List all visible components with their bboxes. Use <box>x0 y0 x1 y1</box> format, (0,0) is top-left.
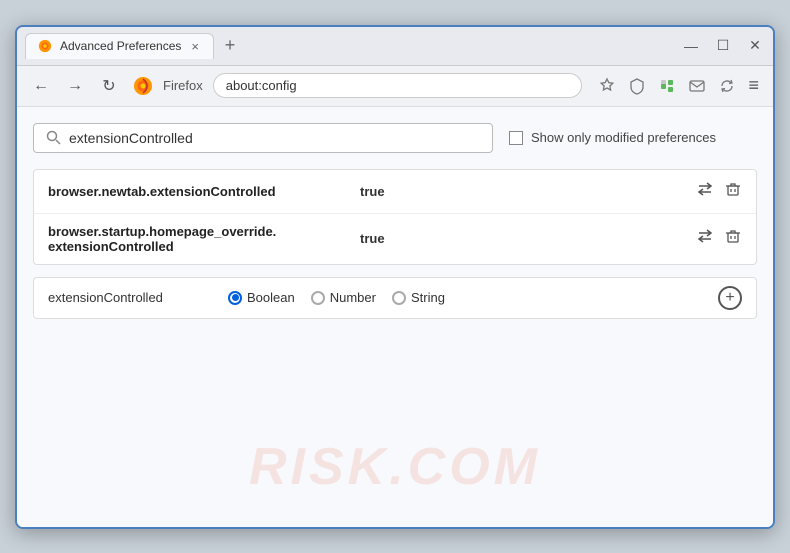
add-preference-row: extensionControlled Boolean Number Strin… <box>33 277 757 319</box>
shield-icon[interactable] <box>626 75 648 97</box>
address-bar[interactable]: about:config <box>213 73 583 98</box>
title-bar: Advanced Preferences × + — ☐ ✕ <box>17 27 773 66</box>
refresh-button[interactable]: ↻ <box>95 72 123 100</box>
sync-icon[interactable] <box>716 75 738 97</box>
show-modified-container[interactable]: Show only modified preferences <box>509 130 716 145</box>
navigation-bar: ← → ↻ Firefox about:config <box>17 66 773 107</box>
pref-name-2: browser.startup.homepage_override. exten… <box>48 224 348 254</box>
browser-name: Firefox <box>163 78 203 93</box>
new-pref-name: extensionControlled <box>48 290 208 305</box>
results-table: browser.newtab.extensionControlled true <box>33 169 757 265</box>
search-container: Show only modified preferences <box>33 123 757 153</box>
new-tab-button[interactable]: + <box>218 34 242 58</box>
pref-value-2: true <box>360 231 385 246</box>
radio-boolean-label: Boolean <box>247 290 295 305</box>
search-box[interactable] <box>33 123 493 153</box>
minimize-button[interactable]: — <box>681 36 701 56</box>
radio-string-circle[interactable] <box>392 291 406 305</box>
firefox-logo-icon <box>133 76 153 96</box>
table-row: browser.startup.homepage_override. exten… <box>34 214 756 264</box>
type-radio-group: Boolean Number String <box>228 290 445 305</box>
radio-boolean[interactable]: Boolean <box>228 290 295 305</box>
back-button[interactable]: ← <box>27 72 55 100</box>
delete-button-2[interactable] <box>724 227 742 250</box>
address-text: about:config <box>226 78 297 93</box>
show-modified-checkbox[interactable] <box>509 131 523 145</box>
main-content: RISK.COM Show only modified preferences … <box>17 107 773 527</box>
radio-string-label: String <box>411 290 445 305</box>
search-input[interactable] <box>69 130 480 146</box>
toolbar-icons <box>596 75 738 97</box>
swap-button-1[interactable] <box>696 180 714 203</box>
table-row: browser.newtab.extensionControlled true <box>34 170 756 214</box>
show-modified-label: Show only modified preferences <box>531 130 716 145</box>
mail-icon[interactable] <box>686 75 708 97</box>
browser-tab[interactable]: Advanced Preferences × <box>25 33 214 59</box>
tab-title: Advanced Preferences <box>60 39 181 53</box>
row-actions-1 <box>696 180 742 203</box>
add-preference-button[interactable]: + <box>718 286 742 310</box>
bookmark-icon[interactable] <box>596 75 618 97</box>
watermark: RISK.COM <box>249 437 541 497</box>
pref-name-1: browser.newtab.extensionControlled <box>48 184 348 199</box>
tab-close-button[interactable]: × <box>189 39 201 54</box>
radio-boolean-circle[interactable] <box>228 291 242 305</box>
restore-button[interactable]: ☐ <box>713 36 733 56</box>
radio-number-label: Number <box>330 290 376 305</box>
close-button[interactable]: ✕ <box>745 36 765 56</box>
swap-button-2[interactable] <box>696 227 714 250</box>
window-controls: — ☐ ✕ <box>681 36 765 56</box>
forward-button[interactable]: → <box>61 72 89 100</box>
extension-icon[interactable] <box>656 75 678 97</box>
row-actions-2 <box>696 227 742 250</box>
delete-button-1[interactable] <box>724 180 742 203</box>
pref-value-1: true <box>360 184 385 199</box>
menu-button[interactable]: ≡ <box>744 75 763 96</box>
radio-number[interactable]: Number <box>311 290 376 305</box>
browser-window: Advanced Preferences × + — ☐ ✕ ← → ↻ Fir… <box>15 25 775 529</box>
tab-favicon-icon <box>38 39 52 53</box>
radio-string[interactable]: String <box>392 290 445 305</box>
search-icon <box>46 130 61 145</box>
radio-number-circle[interactable] <box>311 291 325 305</box>
